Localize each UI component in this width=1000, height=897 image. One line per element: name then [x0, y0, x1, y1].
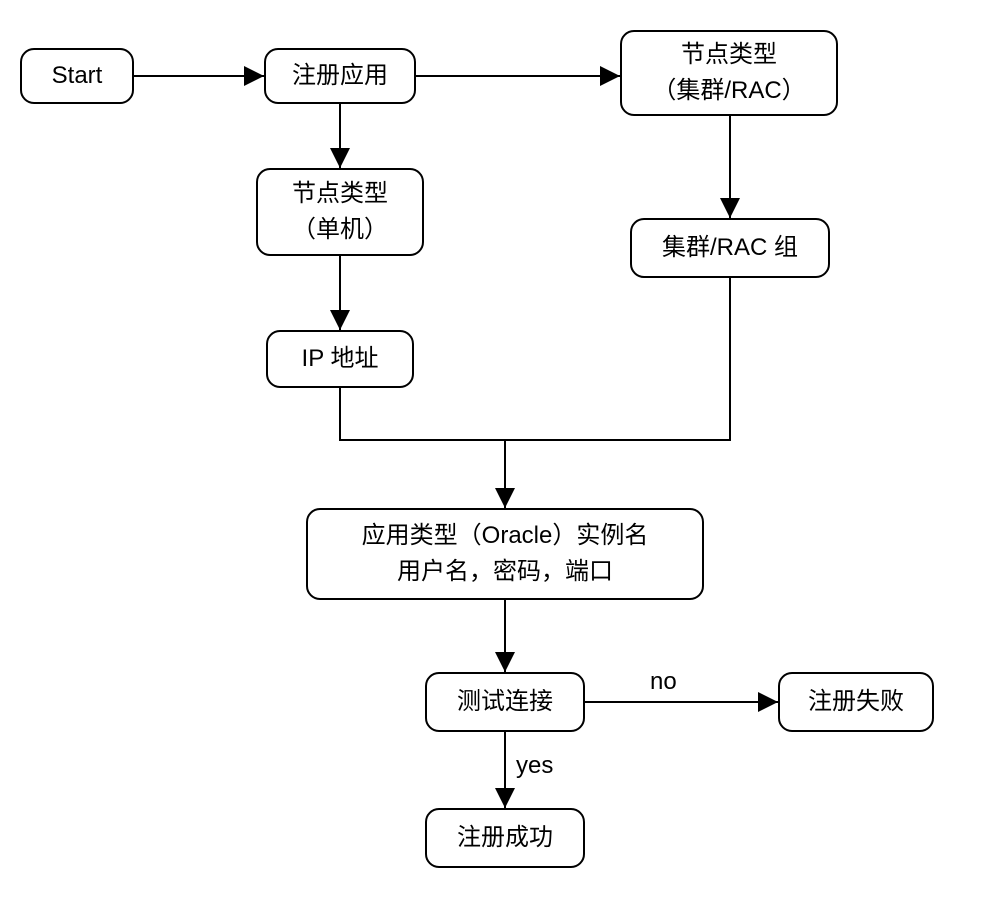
- node-label: 节点类型 （集群/RAC）: [652, 37, 805, 109]
- node-label: 注册应用: [292, 58, 388, 94]
- node-label: 注册失败: [808, 684, 904, 720]
- node-label: IP 地址: [302, 341, 379, 377]
- node-ip-addr: IP 地址: [266, 330, 414, 388]
- node-reg-success: 注册成功: [425, 808, 585, 868]
- node-start: Start: [20, 48, 134, 104]
- node-label: 节点类型 （单机）: [292, 176, 388, 248]
- node-label: Start: [52, 58, 103, 94]
- node-label: 测试连接: [457, 684, 553, 720]
- node-test-conn: 测试连接: [425, 672, 585, 732]
- node-label: 注册成功: [457, 820, 553, 856]
- node-reg-fail: 注册失败: [778, 672, 934, 732]
- node-nodetype-cluster: 节点类型 （集群/RAC）: [620, 30, 838, 116]
- node-label: 集群/RAC 组: [662, 230, 798, 266]
- node-nodetype-single: 节点类型 （单机）: [256, 168, 424, 256]
- edge-label-yes: yes: [516, 752, 553, 780]
- node-cluster-group: 集群/RAC 组: [630, 218, 830, 278]
- node-oracle-info: 应用类型（Oracle）实例名 用户名，密码，端口: [306, 508, 704, 600]
- edge-label-no: no: [650, 668, 677, 696]
- node-label: 应用类型（Oracle）实例名 用户名，密码，端口: [362, 518, 649, 590]
- node-register: 注册应用: [264, 48, 416, 104]
